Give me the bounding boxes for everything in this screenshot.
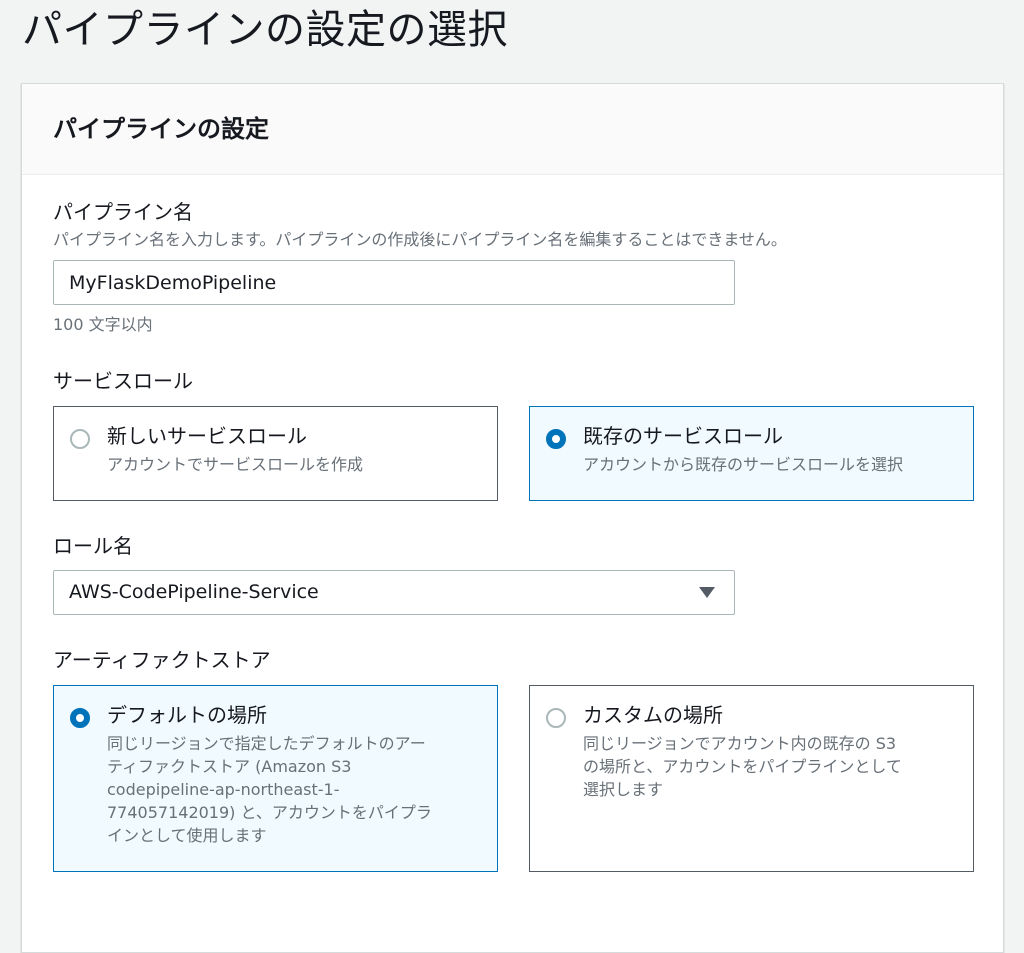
pipeline-settings-panel: パイプラインの設定 パイプライン名 パイプライン名を入力します。パイプラインの作… <box>21 83 1004 953</box>
role-name-label: ロール名 <box>53 534 133 558</box>
custom-location-description-line: の場所と、アカウントをパイプラインとして <box>583 757 902 776</box>
default-location-description: 同じリージョンで指定したデフォルトのアー ティファクトストア (Amazon S… <box>107 732 477 847</box>
panel-title: パイプラインの設定 <box>53 115 269 143</box>
default-location-title: デフォルトの場所 <box>107 703 267 727</box>
page-title: パイプラインの設定の選択 <box>22 7 508 53</box>
pipeline-name-label: パイプライン名 <box>53 200 193 224</box>
panel-header: パイプラインの設定 <box>22 84 1003 175</box>
default-location-tile[interactable]: デフォルトの場所 同じリージョンで指定したデフォルトのアー ティファクトストア … <box>53 685 498 872</box>
new-service-role-title: 新しいサービスロール <box>107 424 307 448</box>
pipeline-name-input[interactable] <box>53 260 735 305</box>
role-name-selected-value: AWS-CodePipeline-Service <box>69 581 319 603</box>
caret-down-icon <box>699 587 715 598</box>
default-location-description-line: codepipeline-ap-northeast-1- <box>107 780 340 799</box>
existing-service-role-description: アカウントから既存のサービスロールを選択 <box>583 455 904 474</box>
default-location-description-line: 774057142019) と、アカウントをパイプラ <box>107 803 432 822</box>
existing-service-role-tile[interactable]: 既存のサービスロール アカウントから既存のサービスロールを選択 <box>529 406 974 501</box>
custom-location-description-line: 同じリージョンでアカウント内の既存の S3 <box>583 734 897 753</box>
pipeline-name-description: パイプライン名を入力します。パイプラインの作成後にパイプライン名を編集することは… <box>53 230 787 249</box>
new-service-role-radio[interactable] <box>70 429 90 449</box>
role-name-select[interactable]: AWS-CodePipeline-Service <box>53 570 735 615</box>
default-location-description-line: ティファクトストア (Amazon S3 <box>107 757 352 776</box>
default-location-description-line: インとして使用します <box>107 826 267 845</box>
service-role-label: サービスロール <box>53 369 193 393</box>
custom-location-description-line: 選択します <box>583 780 664 799</box>
custom-location-description: 同じリージョンでアカウント内の既存の S3 の場所と、アカウントをパイプラインと… <box>583 732 953 801</box>
existing-service-role-radio[interactable] <box>546 429 566 449</box>
pipeline-name-constraint: 100 文字以内 <box>53 315 153 334</box>
artifact-store-label: アーティファクトストア <box>53 648 271 672</box>
new-service-role-tile[interactable]: 新しいサービスロール アカウントでサービスロールを作成 <box>53 406 498 501</box>
default-location-radio[interactable] <box>70 708 90 728</box>
custom-location-tile[interactable]: カスタムの場所 同じリージョンでアカウント内の既存の S3 の場所と、アカウント… <box>529 685 974 872</box>
default-location-description-line: 同じリージョンで指定したデフォルトのアー <box>107 734 426 753</box>
custom-location-title: カスタムの場所 <box>583 703 723 727</box>
custom-location-radio[interactable] <box>546 708 566 728</box>
existing-service-role-title: 既存のサービスロール <box>583 424 783 448</box>
new-service-role-description: アカウントでサービスロールを作成 <box>107 455 364 474</box>
